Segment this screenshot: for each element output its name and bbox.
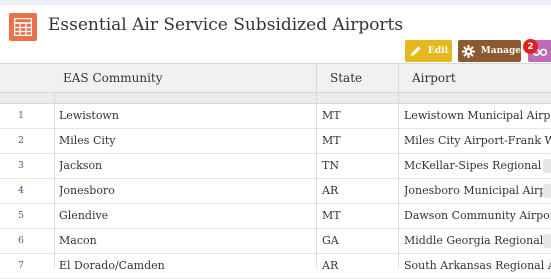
cell-state: TN [322,159,339,172]
manage-button[interactable]: Manage [458,40,521,62]
cell-airport: Dawson Community Airport [404,209,551,222]
column-header-state[interactable]: State [330,64,362,93]
notification-badge: 2 [523,39,538,54]
cell-airport: Miles City Airport-Frank Wiley Field [404,134,551,147]
cell-eas-community: El Dorado/Camden [59,259,165,272]
column-header-row: EAS Community State Airport [0,63,551,93]
cell-eas-community: Miles City [59,134,116,147]
row-scroll-handle[interactable] [543,184,551,198]
cell-eas-community: Glendive [59,209,109,222]
table-row[interactable]: 6 Macon GA Middle Georgia Regional Airport [0,229,551,254]
cell-airport: McKellar-Sipes Regional Airport [404,159,551,172]
column-header-eas-community[interactable]: EAS Community [63,64,163,93]
row-number: 6 [18,236,24,246]
row-scroll-handle[interactable] [543,159,551,173]
cell-state: MT [322,109,341,122]
cell-eas-community: Jackson [59,159,103,172]
cell-airport: Lewistown Municipal Airport [404,109,551,122]
filter-row [0,93,551,104]
cell-state: GA [322,234,339,247]
cell-eas-community: Lewistown [59,109,119,122]
row-scroll-handle[interactable] [543,234,551,248]
header: Essential Air Service Subsidized Airport… [0,5,551,63]
row-number: 7 [18,261,24,271]
row-number: 3 [18,161,24,171]
page-title: Essential Air Service Subsidized Airport… [48,15,404,35]
cell-eas-community: Macon [59,234,97,247]
edit-label: Edit [428,46,449,56]
cell-state: MT [322,134,341,147]
data-grid: EAS Community State Airport 1 Lewistown MT… [0,63,551,279]
table-row[interactable]: 4 Jonesboro AR Jonesboro Municipal Airport [0,179,551,204]
gear-icon [462,44,476,58]
row-number: 1 [18,111,24,121]
cell-eas-community: Jonesboro [59,184,115,197]
table-row[interactable]: 2 Miles City MT Miles City Airport-Frank Wi… [0,129,551,154]
edit-button[interactable]: Edit [405,40,452,62]
manage-label: Manage [480,46,521,56]
column-divider [398,63,399,267]
cell-state: MT [322,209,341,222]
cell-airport: Middle Georgia Regional Airport [404,234,551,247]
cell-airport: South Arkansas Regional Airport [404,259,551,272]
pencil-icon [409,44,423,58]
row-number: 5 [18,211,24,221]
cell-state: AR [322,184,339,197]
column-header-airport[interactable]: Airport [412,64,456,93]
row-number: 2 [18,136,24,146]
table-row[interactable]: 3 Jackson TN McKellar-Sipes Regional Airpor… [0,154,551,179]
column-divider [316,63,317,267]
table-row[interactable]: 5 Glendive MT Dawson Community Airport [0,204,551,229]
cell-airport: Jonesboro Municipal Airport [404,184,551,197]
column-divider [54,93,55,267]
row-number: 4 [18,186,24,196]
table-icon [9,13,37,41]
table-row[interactable]: 1 Lewistown MT Lewistown Municipal Airport [0,104,551,129]
cell-state: AR [322,259,339,272]
